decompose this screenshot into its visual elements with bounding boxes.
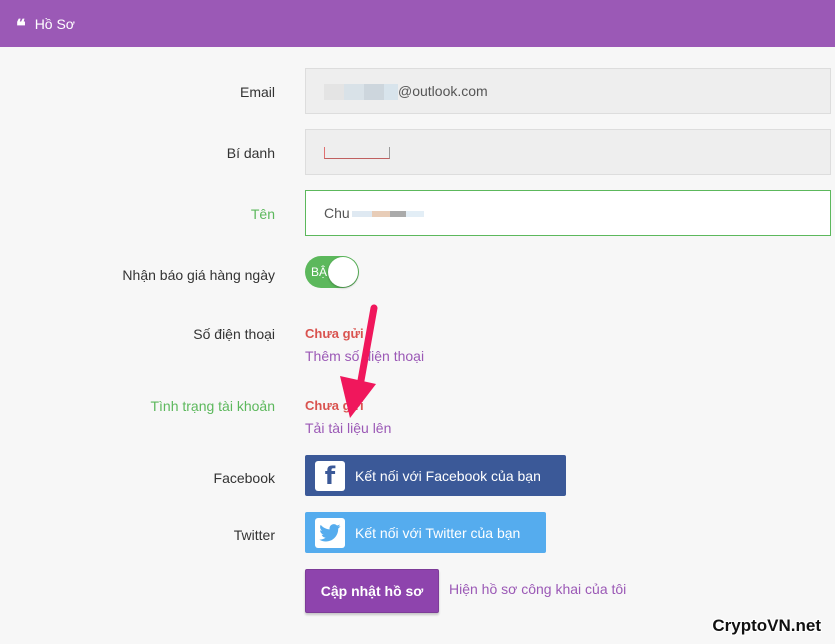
redacted-block	[364, 84, 384, 101]
public-profile-link[interactable]: Hiện hồ sơ công khai của tôi	[449, 581, 626, 597]
toggle-text: BẬ	[311, 265, 328, 279]
connect-facebook-button[interactable]: f Kết nối với Facebook của bạn	[305, 455, 566, 496]
twitter-button-label: Kết nối với Twitter của bạn	[355, 524, 521, 541]
redacted-block	[384, 84, 398, 101]
redacted-block	[344, 84, 364, 101]
facebook-icon: f	[315, 460, 345, 491]
account-status: Chưa gửi	[305, 398, 364, 413]
redacted-block	[324, 147, 390, 160]
redacted-block	[371, 211, 390, 218]
redacted-block	[389, 211, 406, 218]
arrow-shaft	[356, 304, 378, 390]
email-field[interactable]: @outlook.com	[305, 68, 831, 114]
phone-status: Chưa gửi	[305, 326, 364, 341]
twitter-icon	[315, 517, 345, 548]
redacted-block	[405, 211, 424, 218]
facebook-label: Facebook	[213, 470, 275, 486]
name-label: Tên	[250, 206, 275, 222]
quote-icon: ❝	[16, 15, 26, 37]
daily-quote-label: Nhận báo giá hàng ngày	[122, 267, 275, 283]
email-label: Email	[239, 84, 275, 100]
redacted-block	[324, 84, 344, 101]
name-field[interactable]: Chu	[305, 190, 831, 236]
page-title: Hồ Sơ	[34, 15, 75, 32]
email-value: @outlook.com	[324, 69, 488, 113]
header-bar: ❝ Hồ Sơ	[0, 0, 835, 47]
connect-twitter-button[interactable]: Kết nối với Twitter của bạn	[305, 512, 546, 553]
twitter-label: Twitter	[233, 527, 275, 543]
alias-label: Bí danh	[226, 145, 275, 161]
toggle-knob[interactable]	[328, 257, 358, 287]
redacted-block	[351, 211, 372, 218]
name-value: Chu	[324, 191, 424, 235]
facebook-button-label: Kết nối với Facebook của bạn	[355, 467, 541, 484]
watermark: CryptoVN.net	[712, 616, 821, 635]
alias-value	[324, 130, 390, 174]
alias-field[interactable]	[305, 129, 831, 175]
account-status-label: Tình trạng tài khoản	[150, 398, 275, 414]
daily-quote-toggle[interactable]: BẬ	[305, 256, 359, 288]
update-profile-button[interactable]: Cập nhật hồ sơ	[305, 569, 439, 613]
phone-label: Số điện thoại	[193, 326, 275, 342]
add-phone-link[interactable]: Thêm số điện thoại	[305, 348, 424, 364]
upload-documents-link[interactable]: Tải tài liệu lên	[305, 420, 391, 436]
